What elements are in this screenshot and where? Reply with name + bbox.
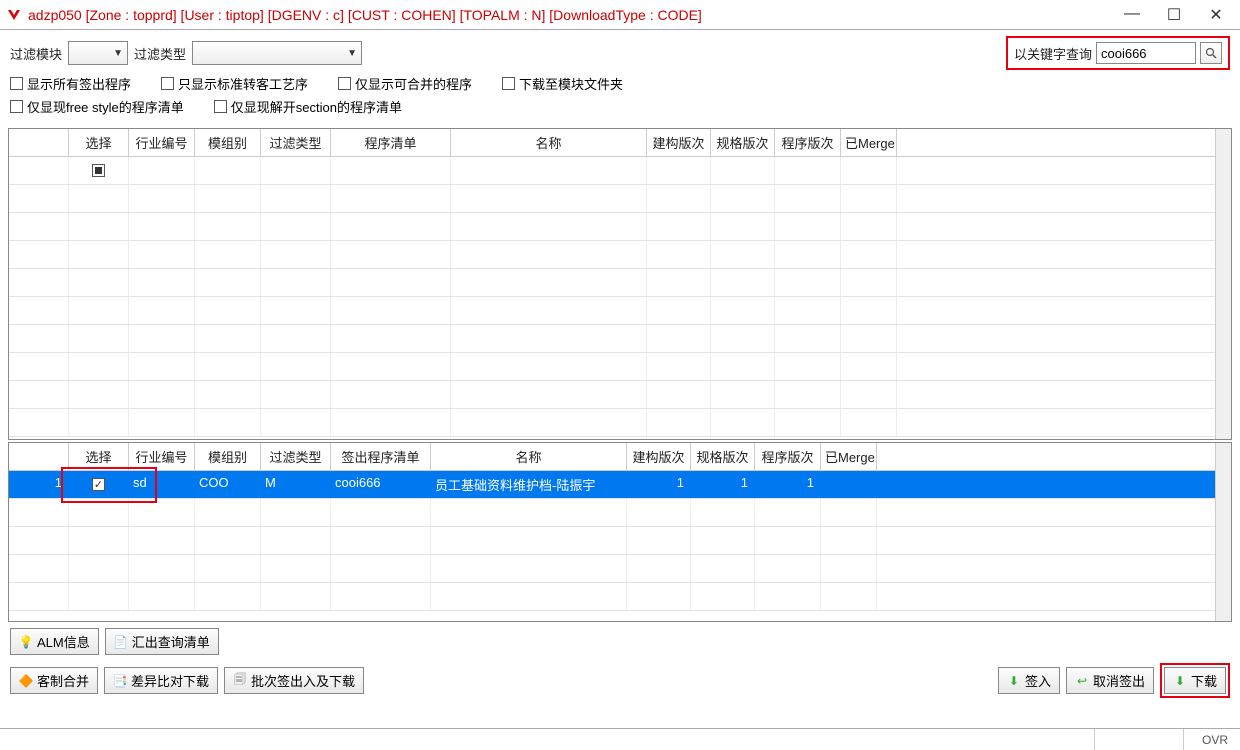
search-icon [1205, 47, 1217, 59]
vertical-scrollbar[interactable] [1215, 129, 1231, 439]
cancel-icon: ↩ [1075, 674, 1089, 688]
table-row[interactable] [9, 269, 1231, 297]
chk-only-std-proc[interactable]: 只显示标准转客工艺序 [161, 74, 308, 93]
select-all-checkbox[interactable] [92, 164, 105, 177]
top-table[interactable]: 选择 行业编号 模组别 过滤类型 程序清单 名称 建构版次 规格版次 程序版次 … [8, 128, 1232, 440]
button-row-1: 💡ALM信息 📄汇出查询清单 [0, 624, 1240, 659]
vertical-scrollbar[interactable] [1215, 443, 1231, 621]
caret-down-icon: ▼ [347, 48, 357, 59]
filter-bar: 过滤模块 ▼ 过滤类型 ▼ 以关键字查询 [0, 30, 1240, 72]
col-filter-type[interactable]: 过滤类型 [261, 129, 331, 156]
table-row[interactable] [9, 409, 1231, 437]
filter-type-label: 过滤类型 [134, 44, 186, 63]
close-button[interactable]: ✕ [1206, 5, 1226, 25]
chk-only-mergeable[interactable]: 仅显示可合并的程序 [338, 74, 472, 93]
col-program-list[interactable]: 程序清单 [331, 129, 451, 156]
caret-down-icon: ▼ [113, 48, 123, 59]
bottom-table-body: 1 sd COO M cooi666 员工基础资料维护档-陆振宇 1 1 1 [9, 471, 1231, 611]
row-checkbox[interactable] [92, 478, 105, 491]
download-icon: ⬇ [1173, 674, 1187, 688]
table-row[interactable] [9, 241, 1231, 269]
batch-icon: 🗐 [233, 674, 247, 688]
minimize-button[interactable]: — [1122, 5, 1142, 25]
cancel-checkout-button[interactable]: ↩取消签出 [1066, 667, 1154, 694]
table-row[interactable] [9, 527, 1231, 555]
download-button[interactable]: ⬇下载 [1164, 667, 1226, 694]
table-row[interactable] [9, 157, 1231, 185]
title-bar: adzp050 [Zone : topprd] [User : tiptop] … [0, 0, 1240, 30]
bulb-icon: 💡 [19, 635, 33, 649]
table-row[interactable] [9, 297, 1231, 325]
batch-checkout-button[interactable]: 🗐批次签出入及下载 [224, 667, 364, 694]
status-cell [1094, 729, 1184, 750]
table-row[interactable] [9, 555, 1231, 583]
search-input[interactable] [1096, 42, 1196, 64]
button-row-2: 🔶客制合并 📑差异比对下载 🗐批次签出入及下载 ⬇签入 ↩取消签出 ⬇下载 [0, 659, 1240, 702]
search-highlight: 以关键字查询 [1006, 36, 1230, 70]
customer-merge-button[interactable]: 🔶客制合并 [10, 667, 98, 694]
col-prog-ver[interactable]: 程序版次 [775, 129, 841, 156]
table-row[interactable] [9, 213, 1231, 241]
diff-download-button[interactable]: 📑差异比对下载 [104, 667, 218, 694]
status-mode: OVR [1202, 733, 1228, 747]
top-table-header: 选择 行业编号 模组别 过滤类型 程序清单 名称 建构版次 规格版次 程序版次 … [9, 129, 1231, 157]
table-row[interactable] [9, 499, 1231, 527]
bottom-table-header: 选择 行业编号 模组别 过滤类型 签出程序清单 名称 建构版次 规格版次 程序版… [9, 443, 1231, 471]
col-module[interactable]: 模组别 [195, 129, 261, 156]
chk-only-section[interactable]: 仅显现解开section的程序清单 [214, 97, 402, 116]
search-label: 以关键字查询 [1014, 44, 1092, 63]
table-row[interactable]: 1 sd COO M cooi666 员工基础资料维护档-陆振宇 1 1 1 [9, 471, 1231, 499]
col-spec-ver[interactable]: 规格版次 [711, 129, 775, 156]
diff-icon: 📑 [113, 674, 127, 688]
table-row[interactable] [9, 381, 1231, 409]
col-name[interactable]: 名称 [451, 129, 647, 156]
table-row[interactable] [9, 583, 1231, 611]
col-merged[interactable]: 已Merge [841, 129, 897, 156]
maximize-button[interactable]: ☐ [1164, 5, 1184, 25]
filter-module-dropdown[interactable]: ▼ [68, 41, 128, 65]
top-table-body [9, 157, 1231, 437]
table-row[interactable] [9, 185, 1231, 213]
filter-type-dropdown[interactable]: ▼ [192, 41, 362, 65]
chk-only-freestyle[interactable]: 仅显现free style的程序清单 [10, 97, 184, 116]
chk-download-to-module[interactable]: 下载至模块文件夹 [502, 74, 623, 93]
app-logo-icon [6, 7, 22, 23]
checkin-icon: ⬇ [1007, 674, 1021, 688]
download-highlight: ⬇下载 [1160, 663, 1230, 698]
export-query-button[interactable]: 📄汇出查询清单 [105, 628, 219, 655]
export-icon: 📄 [114, 635, 128, 649]
window-title: adzp050 [Zone : topprd] [User : tiptop] … [28, 7, 702, 23]
col-industry[interactable]: 行业编号 [129, 129, 195, 156]
search-button[interactable] [1200, 42, 1222, 64]
col-select[interactable]: 选择 [69, 129, 129, 156]
bottom-table[interactable]: 选择 行业编号 模组别 过滤类型 签出程序清单 名称 建构版次 规格版次 程序版… [8, 442, 1232, 622]
filter-module-label: 过滤模块 [10, 44, 62, 63]
checkin-button[interactable]: ⬇签入 [998, 667, 1060, 694]
table-row[interactable] [9, 325, 1231, 353]
checkbox-area: 显示所有签出程序 只显示标准转客工艺序 仅显示可合并的程序 下载至模块文件夹 仅… [0, 72, 1240, 126]
col-build-ver[interactable]: 建构版次 [647, 129, 711, 156]
merge-icon: 🔶 [19, 674, 33, 688]
table-row[interactable] [9, 353, 1231, 381]
status-bar: OVR [0, 728, 1240, 750]
chk-show-all-checkout[interactable]: 显示所有签出程序 [10, 74, 131, 93]
alm-info-button[interactable]: 💡ALM信息 [10, 628, 99, 655]
